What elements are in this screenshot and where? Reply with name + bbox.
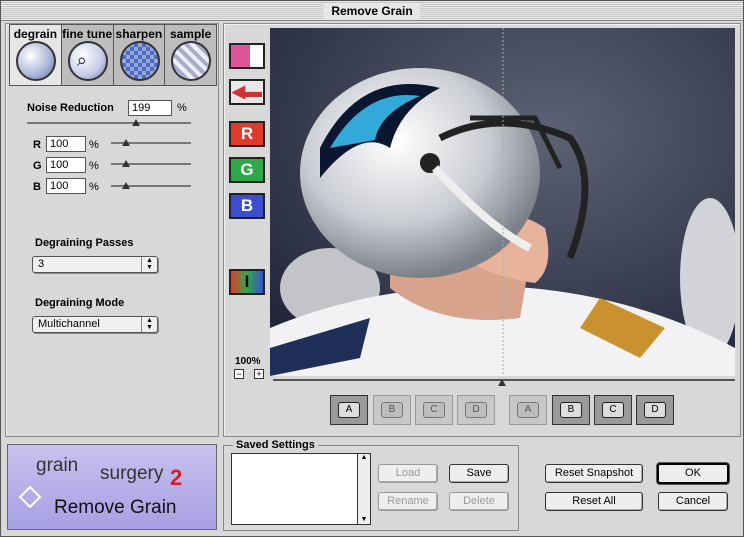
arrow-camera-icon: B — [560, 402, 582, 418]
reset-snapshot-button[interactable]: Reset Snapshot — [545, 464, 643, 483]
passes-select[interactable]: 3 ▲ ▼ — [32, 256, 158, 273]
view-red-button[interactable]: R — [229, 121, 265, 147]
channel-g-thumb[interactable] — [122, 160, 130, 167]
passes-label: Degraining Passes — [35, 237, 134, 249]
channel-r-unit: % — [89, 139, 99, 151]
tab-sample[interactable]: sample — [165, 25, 216, 85]
degrain-icon — [16, 41, 56, 81]
sample-icon — [171, 41, 212, 81]
channel-r-thumb[interactable] — [122, 139, 130, 146]
tab-label: sharpen — [115, 27, 163, 41]
grain-surgery-logo: grain surgery 2 Remove Grain — [7, 444, 217, 530]
tab-label: degrain — [13, 27, 58, 41]
logo-caption: Remove Grain — [54, 497, 177, 518]
reset-all-button[interactable]: Reset All — [545, 492, 643, 511]
compare-d-button[interactable]: D — [636, 395, 674, 425]
channel-b-label: B — [33, 181, 41, 193]
camera-icon: C — [423, 402, 445, 418]
channel-b-input[interactable]: 100 — [46, 178, 86, 194]
magnifier-icon — [67, 41, 108, 81]
noise-slider-thumb[interactable] — [132, 119, 140, 126]
view-green-label: G — [240, 160, 254, 179]
saved-settings-title: Saved Settings — [233, 439, 318, 451]
zoom-in-button[interactable]: + — [254, 369, 264, 379]
channel-g-input[interactable]: 100 — [46, 157, 86, 173]
football-player-photo — [270, 28, 735, 376]
view-red-label: R — [240, 124, 254, 143]
scroll-up-icon[interactable]: ▲ — [358, 454, 370, 461]
view-blue-button[interactable]: B — [229, 193, 265, 219]
updown-arrows-icon: ▲ ▼ — [141, 257, 157, 272]
channel-g-label: G — [33, 160, 42, 172]
camera-icon: B — [381, 402, 403, 418]
cancel-button[interactable]: Cancel — [658, 492, 728, 511]
preview-split-thumb[interactable] — [498, 379, 506, 386]
passes-value: 3 — [38, 258, 45, 270]
view-green-button[interactable]: G — [229, 157, 265, 183]
noise-unit: % — [177, 102, 187, 114]
updown-arrows-icon: ▲ ▼ — [141, 317, 157, 332]
load-button[interactable]: Load — [378, 464, 438, 483]
sharpen-icon — [119, 41, 160, 81]
mode-value: Multichannel — [38, 318, 100, 330]
channel-r-input[interactable]: 100 — [46, 136, 86, 152]
save-button[interactable]: Save — [449, 464, 509, 483]
title-bar[interactable]: Remove Grain — [1, 1, 743, 21]
tab-label: fine tune — [62, 27, 113, 41]
remove-grain-window: Remove Grain degrain fine tune ⌕ sharpen… — [0, 0, 744, 537]
cursor-icon: ⌕ — [76, 50, 87, 70]
snapshot-c-button[interactable]: C — [415, 395, 453, 425]
compare-c-button[interactable]: C — [594, 395, 632, 425]
arrow-camera-icon: C — [602, 402, 624, 418]
tool-tabs: degrain fine tune ⌕ sharpen sample — [9, 24, 217, 86]
view-original-button[interactable] — [229, 43, 265, 69]
window-title: Remove Grain — [323, 3, 421, 19]
compare-b-button[interactable]: B — [552, 395, 590, 425]
mode-label: Degraining Mode — [35, 297, 125, 309]
logo-line1: grain — [36, 455, 79, 476]
snapshot-b-button[interactable]: B — [373, 395, 411, 425]
zoom-level: 100% — [235, 356, 261, 367]
tab-degrain[interactable]: degrain — [10, 25, 62, 85]
preview-image[interactable] — [270, 28, 735, 376]
channel-b-unit: % — [89, 181, 99, 193]
logo-diamond-icon — [18, 485, 42, 509]
logo-line2: surgery — [100, 463, 164, 484]
arrow-camera-icon: D — [644, 402, 666, 418]
tab-sharpen[interactable]: sharpen — [113, 25, 166, 85]
ok-button[interactable]: OK — [657, 463, 729, 484]
snapshot-d-button[interactable]: D — [457, 395, 495, 425]
channel-r-label: R — [33, 139, 41, 151]
logo-badge: 2 — [170, 465, 183, 490]
view-intensity-button[interactable]: I — [229, 269, 265, 295]
channel-b-thumb[interactable] — [122, 182, 130, 189]
snapshot-a-button[interactable]: A — [330, 395, 368, 425]
zoom-out-button[interactable]: − — [234, 369, 244, 379]
mode-select[interactable]: Multichannel ▲ ▼ — [32, 316, 158, 333]
view-split-button[interactable]: ◀▬ — [229, 79, 265, 105]
noise-reduction-label: Noise Reduction — [27, 102, 114, 114]
saved-settings-list[interactable]: ▲ ▼ — [231, 453, 371, 525]
arrow-left-icon: ◀▬ — [231, 82, 263, 101]
compare-a-button[interactable]: A — [509, 395, 547, 425]
view-intensity-label: I — [244, 272, 250, 291]
arrow-camera-icon: A — [517, 402, 539, 418]
camera-icon: D — [465, 402, 487, 418]
camera-icon: A — [338, 402, 360, 418]
channel-g-unit: % — [89, 160, 99, 172]
noise-reduction-input[interactable]: 199 — [128, 100, 172, 116]
tab-label: sample — [169, 27, 212, 41]
rename-button[interactable]: Rename — [378, 492, 438, 511]
tab-fine-tune[interactable]: fine tune ⌕ — [61, 25, 114, 85]
delete-button[interactable]: Delete — [449, 492, 509, 511]
scroll-down-icon[interactable]: ▼ — [358, 516, 370, 523]
noise-reduction-slider[interactable] — [27, 122, 191, 124]
view-blue-label: B — [240, 196, 254, 215]
list-scrollbar[interactable]: ▲ ▼ — [357, 454, 370, 524]
